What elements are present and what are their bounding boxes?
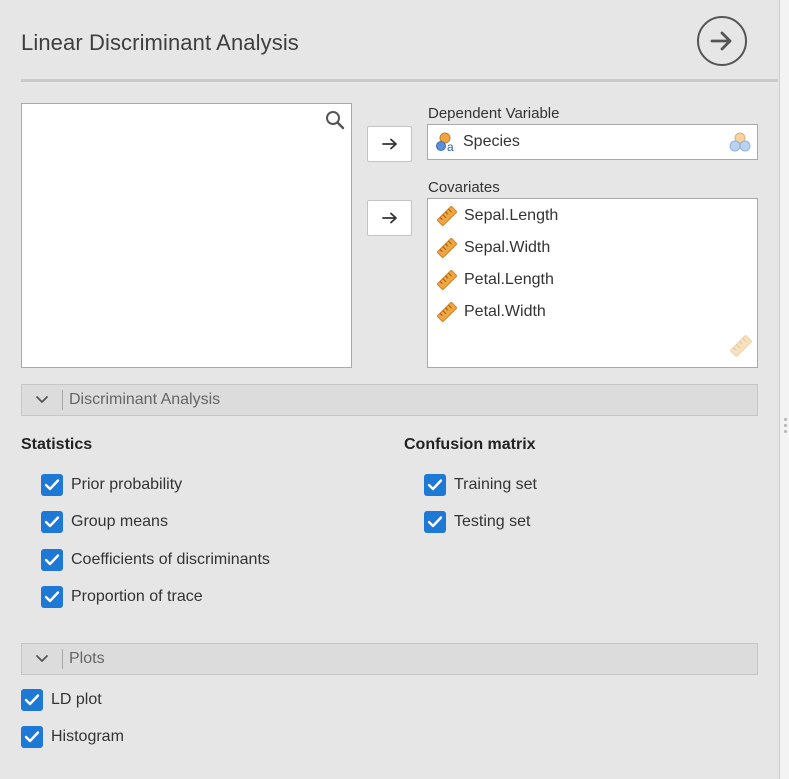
svg-text:a: a bbox=[447, 140, 454, 152]
header-separator bbox=[62, 649, 63, 669]
move-to-covariates-button[interactable] bbox=[367, 200, 412, 236]
prior-probability-checkbox[interactable]: Prior probability bbox=[41, 473, 182, 497]
testing-set-checkbox[interactable]: Testing set bbox=[424, 510, 530, 534]
splitter-gutter[interactable] bbox=[780, 0, 789, 779]
statistics-group-title: Statistics bbox=[21, 436, 93, 453]
checkbox-label: LD plot bbox=[51, 691, 102, 708]
arrow-right-circle-icon bbox=[710, 31, 732, 51]
dependent-variable-label: Dependent Variable bbox=[428, 105, 560, 122]
check-icon bbox=[41, 511, 63, 533]
move-to-dependent-button[interactable] bbox=[367, 126, 412, 162]
title-divider bbox=[21, 79, 778, 82]
check-icon bbox=[41, 474, 63, 496]
covariate-name: Petal.Width bbox=[464, 303, 546, 320]
coefficients-checkbox[interactable]: Coefficients of discriminants bbox=[41, 548, 270, 572]
check-icon bbox=[41, 586, 63, 608]
checkbox-label: Group means bbox=[71, 513, 168, 530]
training-set-checkbox[interactable]: Training set bbox=[424, 473, 537, 497]
run-button[interactable] bbox=[697, 16, 747, 66]
chevron-down-icon bbox=[22, 654, 62, 664]
confusion-matrix-group-title: Confusion matrix bbox=[404, 436, 536, 453]
continuous-variable-icon bbox=[437, 206, 457, 226]
discriminant-analysis-section-header[interactable]: Discriminant Analysis bbox=[21, 384, 758, 416]
checkbox-label: Training set bbox=[454, 476, 537, 493]
proportion-of-trace-checkbox[interactable]: Proportion of trace bbox=[41, 585, 203, 609]
nominal-variable-icon: a bbox=[436, 132, 454, 152]
check-icon bbox=[424, 474, 446, 496]
covariate-item[interactable]: Sepal.Width bbox=[436, 236, 550, 260]
checkbox-label: Prior probability bbox=[71, 476, 183, 493]
checkbox-label: Testing set bbox=[454, 513, 531, 530]
ld-plot-checkbox[interactable]: LD plot bbox=[21, 688, 102, 712]
plots-section-header[interactable]: Plots bbox=[21, 643, 758, 675]
covariate-item[interactable]: Petal.Width bbox=[436, 300, 546, 324]
continuous-variable-icon bbox=[437, 238, 457, 258]
splitter-grip-icon[interactable] bbox=[784, 418, 787, 438]
check-icon bbox=[21, 689, 43, 711]
header-separator bbox=[62, 390, 63, 410]
dependent-variable-item[interactable]: a Species bbox=[435, 130, 520, 154]
chevron-down-icon bbox=[22, 395, 62, 405]
dependent-variable-box[interactable]: a Species bbox=[427, 124, 758, 160]
options-panel: Linear Discriminant Analysis Dependent V… bbox=[0, 0, 780, 779]
dependent-variable-name: Species bbox=[463, 133, 520, 150]
search-icon[interactable] bbox=[325, 110, 345, 135]
continuous-variable-icon bbox=[437, 302, 457, 322]
covariate-name: Sepal.Length bbox=[464, 207, 559, 224]
nominal-type-hint-icon bbox=[729, 132, 751, 157]
check-icon bbox=[424, 511, 446, 533]
covariate-name: Sepal.Width bbox=[464, 239, 551, 256]
continuous-variable-icon bbox=[437, 270, 457, 290]
covariates-label: Covariates bbox=[428, 179, 500, 196]
arrow-right-icon bbox=[381, 212, 397, 224]
section-title: Discriminant Analysis bbox=[69, 391, 221, 408]
page-title: Linear Discriminant Analysis bbox=[21, 30, 299, 55]
covariate-item[interactable]: Sepal.Length bbox=[436, 204, 558, 228]
section-title: Plots bbox=[69, 650, 105, 667]
covariates-box[interactable]: Sepal.Length Sepal.Width Petal.Length Pe… bbox=[427, 198, 758, 368]
check-icon bbox=[41, 549, 63, 571]
check-icon bbox=[21, 726, 43, 748]
checkbox-label: Proportion of trace bbox=[71, 588, 203, 605]
histogram-checkbox[interactable]: Histogram bbox=[21, 725, 124, 749]
available-variables-list[interactable] bbox=[21, 103, 352, 368]
arrow-right-icon bbox=[381, 138, 397, 150]
covariate-name: Petal.Length bbox=[464, 271, 554, 288]
continuous-type-hint-icon bbox=[729, 334, 753, 363]
checkbox-label: Coefficients of discriminants bbox=[71, 551, 270, 568]
checkbox-label: Histogram bbox=[51, 728, 124, 745]
covariate-item[interactable]: Petal.Length bbox=[436, 268, 554, 292]
group-means-checkbox[interactable]: Group means bbox=[41, 510, 168, 534]
